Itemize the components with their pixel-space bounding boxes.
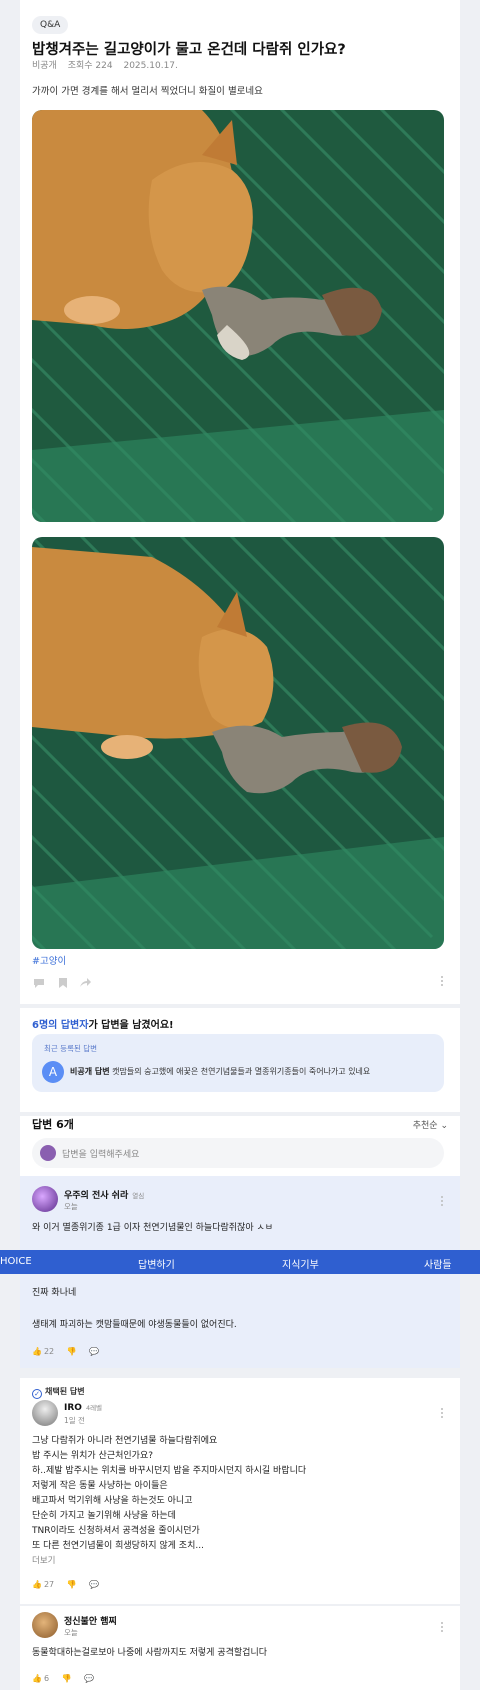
vote-bar: 👍 6 👎 💬	[32, 1674, 104, 1686]
question-photo-2[interactable]	[32, 537, 444, 949]
thumbs-down-icon[interactable]: 👎	[67, 1580, 77, 1589]
answer-text-line: 또 다른 천연기념물이 희생당하지 않게 조치...	[32, 1541, 204, 1551]
nav-answer[interactable]: 답변하기	[138, 1256, 175, 1271]
view-count: 조회수 224	[67, 61, 113, 71]
like-count: 22	[43, 1347, 55, 1356]
thumbs-up-icon[interactable]: 👍	[32, 1580, 42, 1589]
answer-input[interactable]: 답변을 입력해주세요	[32, 1138, 444, 1168]
thumbs-down-icon[interactable]: 👎	[67, 1347, 77, 1356]
answer-date: 오늘	[64, 1628, 78, 1637]
answer-text-line: 생태계 파괴하는 캣맘들때문에 야생동물들이 없어진다.	[32, 1320, 237, 1330]
check-icon: ✓	[32, 1389, 42, 1399]
vote-bar: 👍 22 👎 💬	[32, 1347, 109, 1359]
question-author: 비공개	[32, 61, 57, 71]
answer-text-line: 밥 주시는 위치가 산근처인가요?	[32, 1451, 154, 1461]
answer-text-line: 진짜 화나네	[32, 1288, 77, 1298]
answer-1-continued: 진짜 화나네 생태계 파괴하는 캣맘들때문에 야생동물들이 없어진다. 👍 22 …	[20, 1274, 460, 1368]
question-meta: 비공개 조회수 224 2025.10.17.	[32, 58, 186, 71]
avatar[interactable]	[32, 1612, 58, 1638]
question-actions	[32, 976, 448, 992]
question-card: Q&A 밥챙겨주는 길고양이가 물고 온건데 다람쥐 인가요? 비공개 조회수 …	[20, 0, 460, 1004]
answered-summary: 6명의 답변자가 답변을 남겼어요! 최근 등록된 답변 A 비공개 답변 캣맘…	[20, 1008, 460, 1112]
answers-header: 답변 6개 추천순 ⌄ 답변을 입력해주세요	[20, 1116, 460, 1176]
answer-text-line: 그냥 다람쥐가 아니라 천연기념물 하늘다람쥐에요	[32, 1436, 218, 1446]
answer-date: 1일 전	[64, 1416, 85, 1425]
recent-answer-label: 최근 등록된 답변	[44, 1044, 98, 1053]
anonymous-avatar: A	[42, 1061, 64, 1083]
question-photo-1[interactable]	[32, 110, 444, 522]
answer-text: 와 이거 멸종위기종 1급 이자 천연기념물인 하늘다람쥐잖아 ㅅㅂ	[32, 1223, 274, 1233]
comment-icon[interactable]: 💬	[84, 1674, 94, 1683]
more-options-icon[interactable]	[441, 1622, 444, 1634]
like-count: 6	[43, 1674, 50, 1683]
share-icon[interactable]	[78, 976, 92, 990]
thumbs-up-icon[interactable]: 👍	[32, 1347, 42, 1356]
read-more-link[interactable]: 더보기	[32, 1554, 55, 1569]
answerers-heading: 6명의 답변자가 답변을 남겼어요!	[32, 1020, 174, 1031]
like-count: 27	[43, 1580, 55, 1589]
question-date: 2025.10.17.	[123, 61, 178, 71]
answer-count: 답변 6개	[32, 1118, 74, 1131]
avatar[interactable]	[32, 1186, 58, 1212]
comment-icon[interactable]	[32, 976, 46, 990]
nav-brand[interactable]: HOICE	[0, 1256, 32, 1267]
answerer-name[interactable]: 우주의 전사 쉬라 열심	[64, 1188, 144, 1201]
chosen-answer-label: ✓ 채택된 답변	[32, 1386, 85, 1399]
thumbs-down-icon[interactable]: 👎	[62, 1674, 72, 1683]
bookmark-icon[interactable]	[56, 976, 70, 990]
nav-donate[interactable]: 지식기부	[282, 1256, 319, 1271]
answer-3: 정신불안 햄찌 오늘 동물학대하는걸로보아 나중에 사람까지도 저렇게 공격할겁…	[20, 1606, 460, 1690]
floating-nav-bar: HOICE 답변하기 지식기부 사람들	[0, 1250, 480, 1274]
hashtag-link[interactable]: #고양이	[32, 953, 66, 967]
avatar[interactable]	[32, 1400, 58, 1426]
comment-icon[interactable]: 💬	[89, 1580, 99, 1589]
vote-bar: 👍 27 👎 💬	[32, 1580, 109, 1592]
recent-answer-box[interactable]: 최근 등록된 답변 A 비공개 답변 캣맘들의 숭고했에 애꿎은 천연기념물들과…	[32, 1034, 444, 1092]
answerer-name[interactable]: IRO 4레벨	[64, 1402, 102, 1413]
category-badge[interactable]: Q&A	[32, 16, 69, 34]
my-avatar	[40, 1145, 56, 1161]
answer-1: 우주의 전사 쉬라 열심 오늘 와 이거 멸종위기종 1급 이자 천연기념물인 하…	[20, 1176, 460, 1258]
answer-input-placeholder: 답변을 입력해주세요	[62, 1150, 140, 1160]
recent-answer-text: 비공개 답변 캣맘들의 숭고했에 애꿎은 천연기념물들과 멸종위기종들이 죽어나…	[70, 1067, 371, 1076]
sort-dropdown[interactable]: 추천순 ⌄	[413, 1118, 448, 1131]
answer-text-line: 단순히 가지고 놀기위해 사냥을 하는데	[32, 1511, 176, 1521]
nav-people[interactable]: 사람들	[424, 1256, 452, 1271]
answerer-name[interactable]: 정신불안 햄찌	[64, 1614, 117, 1627]
thumbs-up-icon[interactable]: 👍	[32, 1674, 42, 1683]
more-options-icon[interactable]	[441, 1196, 444, 1208]
comment-icon[interactable]: 💬	[89, 1347, 99, 1356]
answer-text-line: 저렇게 작은 동물 사냥하는 아이들은	[32, 1481, 168, 1491]
more-options-icon[interactable]	[441, 976, 444, 988]
answer-text-line: TNR이라도 신청하셔서 공격성을 줄이시던가	[32, 1526, 200, 1536]
answer-text: 동물학대하는걸로보아 나중에 사람까지도 저렇게 공격할겁니다	[32, 1648, 268, 1658]
answer-date: 오늘	[64, 1202, 78, 1211]
question-title: 밥챙겨주는 길고양이가 물고 온건데 다람쥐 인가요?	[32, 42, 346, 58]
answer-text-line: 배고파서 먹기위해 사냥을 하는것도 아니고	[32, 1496, 193, 1506]
more-options-icon[interactable]	[441, 1408, 444, 1420]
answer-2-chosen: ✓ 채택된 답변 IRO 4레벨 1일 전 그냥 다람쥐가 아니라 천연기념물 하늘…	[20, 1378, 460, 1604]
answer-text-line: 하..제발 밥주시는 위치를 바꾸시던지 밥을 주지마시던지 하시길 바랍니다	[32, 1466, 307, 1476]
question-body: 가까이 가면 경계를 해서 멀리서 찍었더니 화질이 별로네요	[32, 86, 263, 97]
